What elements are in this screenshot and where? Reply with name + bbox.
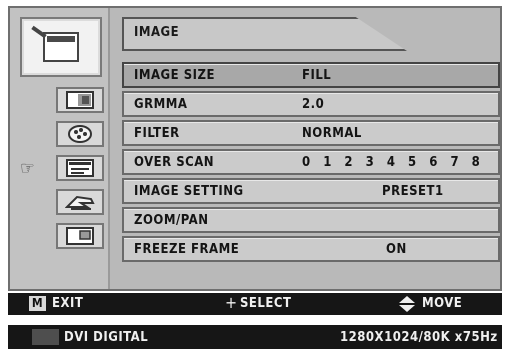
row-value: 2.0 [302,97,325,112]
row-label: ZOOM/PAN [134,213,209,228]
input-source: DVI DIGITAL [64,330,149,345]
picture-in-picture-icon[interactable] [56,223,104,249]
plus-icon: + [225,293,238,312]
input-resolution: 1280X1024/80K x75Hz [340,330,498,345]
menu-panel: ☞ IMAGE IMAGE SIZE FILL GRMMA 2.0 FILTER… [8,6,502,291]
move-label[interactable]: MOVE [422,296,462,311]
menu-row-over-scan[interactable]: OVER SCAN 0 1 2 3 4 5 6 7 8 [122,149,500,175]
row-label: OVER SCAN [134,155,215,170]
input-color-swatch [32,329,59,345]
row-value: PRESET1 [382,184,444,199]
row-value: ON [386,242,407,257]
exit-label[interactable]: EXIT [52,296,83,311]
menu-row-filter[interactable]: FILTER NORMAL [122,120,500,146]
menu-row-image-size[interactable]: IMAGE SIZE FILL [122,62,500,88]
palette-icon[interactable] [56,121,104,147]
menu-title: IMAGE [134,25,180,40]
hand-icon[interactable] [56,189,104,215]
status-bar: DVI DIGITAL 1280X1024/80K x75Hz [8,325,502,349]
select-label[interactable]: SELECT [240,296,291,311]
screen-glyph [43,32,79,62]
pointing-hand-icon: ☞ [20,158,35,179]
pattern-icon[interactable] [56,87,104,113]
row-label: GRMMA [134,97,188,112]
icon-column: ☞ [10,8,110,289]
up-down-arrow-icon [399,296,415,312]
menu-row-gamma[interactable]: GRMMA 2.0 [122,91,500,117]
divider [8,315,502,325]
control-bar: M EXIT + SELECT MOVE [8,293,502,315]
row-label: FREEZE FRAME [134,242,240,257]
menu-row-zoom-pan[interactable]: ZOOM/PAN [122,207,500,233]
image-settings-icon[interactable] [20,17,102,77]
row-value: NORMAL [302,126,362,141]
image-list-icon[interactable] [56,155,104,181]
row-label: IMAGE SIZE [134,68,215,83]
osd-menu: ☞ IMAGE IMAGE SIZE FILL GRMMA 2.0 FILTER… [8,6,502,349]
row-label: IMAGE SETTING [134,184,244,199]
menu-row-freeze-frame[interactable]: FREEZE FRAME ON [122,236,500,262]
m-key-icon[interactable]: M [29,296,46,311]
menu-row-image-setting[interactable]: IMAGE SETTING PRESET1 [122,178,500,204]
row-value: FILL [302,68,332,83]
row-label: FILTER [134,126,180,141]
row-value: 0 1 2 3 4 5 6 7 8 [302,155,481,170]
